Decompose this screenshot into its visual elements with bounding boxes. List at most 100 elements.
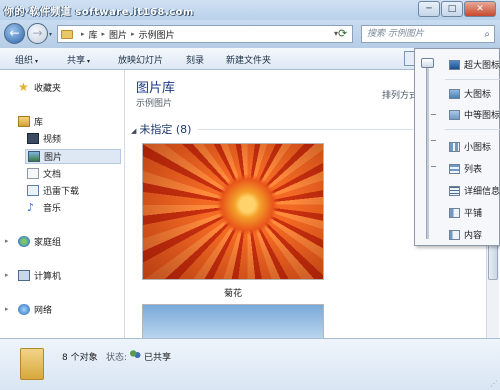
view-medium-icons[interactable]: 中等图标 — [449, 108, 500, 121]
view-extra-large-icons[interactable]: 超大图标 — [449, 58, 500, 71]
view-tiles[interactable]: 平铺 — [449, 206, 482, 219]
network-icon — [18, 304, 30, 315]
view-item-label: 列表 — [464, 165, 483, 175]
nav-documents[interactable]: 文档 — [27, 167, 61, 180]
breadcrumb-sample-pictures[interactable]: 示例图片 — [139, 28, 175, 41]
close-button[interactable]: ✕ — [464, 1, 496, 17]
nav-downloads[interactable]: 迅雷下载 — [27, 184, 79, 197]
breadcrumb-pictures[interactable]: 图片 — [109, 28, 127, 41]
nav-label: 迅雷下载 — [43, 187, 80, 197]
nav-label: 图片 — [44, 153, 63, 163]
details-icon — [449, 185, 460, 196]
title-bar: 你的·软件频道 software.it168.com ─ □ ✕ — [0, 0, 500, 20]
collapse-icon[interactable]: ◢ — [131, 127, 136, 135]
window-controls: ─ □ ✕ — [418, 1, 496, 17]
nav-libraries[interactable]: 库 — [18, 115, 43, 128]
picture-icon — [28, 151, 40, 162]
back-button[interactable]: ← — [4, 23, 25, 44]
burn-button[interactable]: 刻录 — [186, 53, 204, 66]
maximize-button[interactable]: □ — [441, 1, 463, 17]
view-menu: 超大图标 大图标 中等图标 小图标 列表 详细信息 平铺 内容 — [414, 48, 500, 246]
folder-icon — [20, 348, 44, 380]
small-icons-icon — [449, 141, 460, 152]
tiles-icon — [449, 207, 460, 218]
breadcrumb-library[interactable]: 库 — [89, 28, 98, 41]
group-divider — [198, 129, 413, 130]
view-details[interactable]: 详细信息 — [449, 184, 500, 197]
view-large-icons[interactable]: 大图标 — [449, 87, 491, 100]
medium-icons-icon — [449, 109, 460, 120]
resize-grip-icon[interactable]: ⋰ — [490, 379, 498, 388]
chevron-right-icon[interactable]: ▸ — [5, 305, 9, 313]
search-input[interactable]: 搜索 示例图片 ⌕ — [361, 25, 495, 43]
nav-network[interactable]: 网络 — [18, 303, 52, 316]
menu-divider — [445, 129, 500, 130]
view-content[interactable]: 内容 — [449, 228, 482, 241]
slider-tick — [431, 166, 436, 167]
arrange-by-button[interactable]: 排列方式 — [382, 88, 418, 101]
computer-icon — [18, 270, 30, 281]
group-label: 未指定 (8) — [139, 123, 192, 136]
chevron-right-icon[interactable]: ▸ — [81, 30, 85, 38]
nav-videos[interactable]: 视频 — [27, 132, 61, 145]
list-icon — [449, 163, 460, 174]
nav-homegroup[interactable]: 家庭组 — [18, 235, 61, 248]
search-icon[interactable]: ⌕ — [484, 27, 490, 43]
forward-button[interactable]: → — [27, 23, 48, 44]
shared-users-icon — [129, 349, 141, 360]
view-slider-track[interactable] — [426, 63, 429, 239]
view-item-label: 超大图标 — [464, 61, 500, 71]
nav-label: 音乐 — [43, 204, 62, 214]
new-folder-button[interactable]: 新建文件夹 — [226, 53, 271, 66]
slider-tick — [431, 140, 436, 141]
navigation-pane: ★ 收藏夹 库 视频 图片 文档 迅雷下载 ♪ 音乐 ▸ 家庭组 ▸ 计算机 ▸ 网… — [0, 70, 125, 338]
chevron-right-icon[interactable]: ▸ — [5, 271, 9, 279]
address-bar[interactable]: ▸ 库 ▸ 图片 ▸ 示例图片 ▾ — [57, 25, 353, 43]
nav-label: 视频 — [43, 135, 62, 145]
nav-computer[interactable]: 计算机 — [18, 269, 61, 282]
library-subtitle: 示例图片 — [136, 99, 173, 109]
view-item-label: 小图标 — [464, 143, 492, 153]
file-name-label[interactable]: 菊花 — [142, 286, 324, 299]
chevron-right-icon[interactable]: ▸ — [5, 237, 9, 245]
view-item-label: 内容 — [464, 231, 483, 241]
file-list: 图片库 示例图片 排列方式 ◢ 未指定 (8) 菊花 — [126, 70, 418, 338]
music-note-icon: ♪ — [27, 201, 35, 214]
organize-label: 组织 — [15, 56, 34, 66]
chevron-down-icon: ▾ — [87, 58, 91, 65]
nav-favorites[interactable]: ★ 收藏夹 — [18, 81, 61, 94]
view-item-label: 平铺 — [464, 209, 483, 219]
share-label: 共享 — [67, 56, 86, 66]
watermark-text: 你的·软件频道 software.it168.com — [4, 7, 194, 18]
image-thumbnail[interactable] — [142, 304, 324, 338]
download-icon — [27, 185, 39, 196]
view-item-label: 大图标 — [464, 90, 492, 100]
refresh-icon[interactable]: ⟳ — [338, 27, 347, 40]
nav-label: 网络 — [34, 306, 53, 316]
extra-large-icons-icon — [449, 59, 460, 70]
group-header[interactable]: ◢ 未指定 (8) — [131, 121, 191, 137]
view-list[interactable]: 列表 — [449, 162, 482, 175]
share-button[interactable]: 共享 ▾ — [67, 53, 90, 66]
view-slider-handle[interactable] — [421, 58, 434, 68]
minimize-button[interactable]: ─ — [418, 1, 440, 17]
chevron-right-icon[interactable]: ▸ — [131, 30, 135, 38]
view-item-label: 中等图标 — [464, 111, 500, 121]
nav-pictures[interactable]: 图片 — [25, 149, 121, 164]
document-icon — [27, 168, 39, 179]
nav-music[interactable]: ♪ 音乐 — [27, 201, 61, 214]
chrysanthemum-thumbnail[interactable] — [142, 143, 324, 280]
chevron-down-icon: ▾ — [35, 58, 39, 65]
view-small-icons[interactable]: 小图标 — [449, 140, 491, 153]
chevron-right-icon[interactable]: ▸ — [102, 30, 106, 38]
library-icon — [18, 116, 30, 127]
details-pane: 8 个对象 状态: 已共享 ⋰ — [0, 338, 500, 390]
large-icons-icon — [449, 88, 460, 99]
history-dropdown-icon[interactable]: ▾ — [49, 31, 52, 38]
organize-button[interactable]: 组织 ▾ — [15, 53, 38, 66]
search-placeholder: 搜索 示例图片 — [367, 29, 424, 39]
object-count: 8 个对象 — [62, 353, 98, 363]
slideshow-button[interactable]: 放映幻灯片 — [118, 53, 163, 66]
content-icon — [449, 229, 460, 240]
nav-label: 收藏夹 — [34, 84, 62, 94]
